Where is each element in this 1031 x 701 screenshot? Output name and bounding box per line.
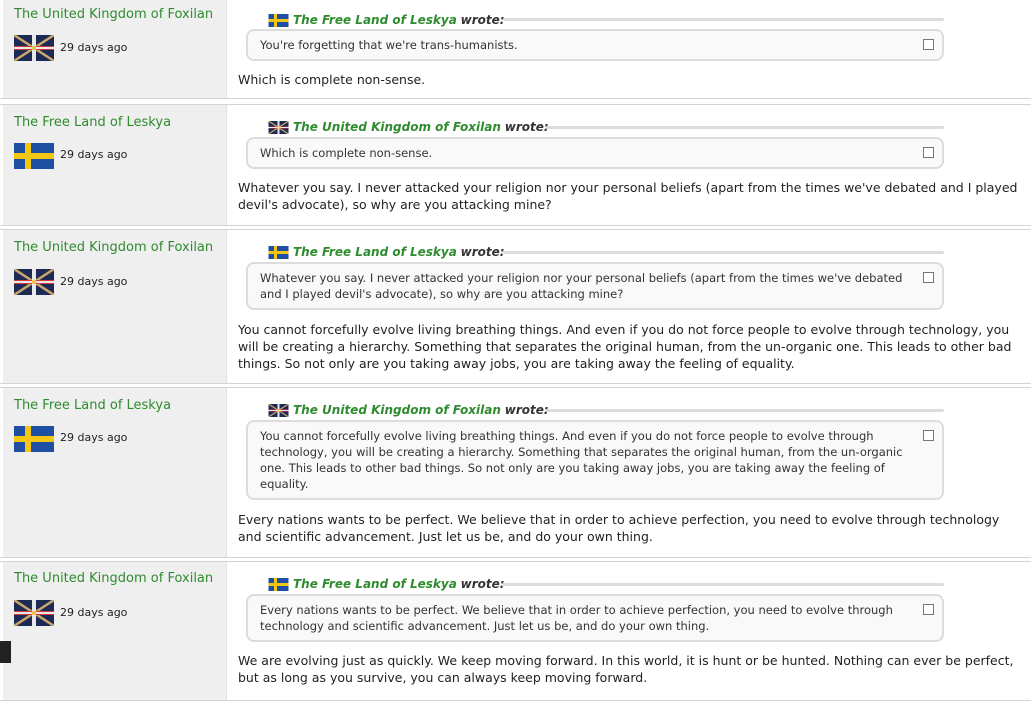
author-link[interactable]: The United Kingdom of Foxilan — [14, 571, 213, 586]
quote-header: The Free Land of Leskya wrote: — [268, 245, 505, 259]
post-text: We are evolving just as quickly. We keep… — [238, 653, 1014, 685]
post-author-panel: The United Kingdom of Foxilan 29 days ag… — [3, 0, 227, 98]
post-content: The Free Land of Leskya wrote: You're fo… — [238, 0, 1021, 98]
foxilan-flag-icon — [268, 404, 289, 417]
quote-wrote-label: wrote: — [460, 13, 505, 27]
post-timestamp: 29 days ago — [60, 41, 128, 54]
quote-wrote-label: wrote: — [460, 245, 505, 259]
popout-icon[interactable] — [923, 272, 934, 283]
quote-author-link[interactable]: The Free Land of Leskya — [293, 577, 457, 591]
foxilan-flag-icon[interactable] — [14, 269, 54, 295]
popout-icon[interactable] — [923, 430, 934, 441]
forum-post: The Free Land of Leskya 29 days ago The … — [0, 104, 1031, 226]
quote-wrote-label: wrote: — [460, 577, 505, 591]
post-content: The Free Land of Leskya wrote: Every nat… — [238, 562, 1021, 700]
popout-icon[interactable] — [923, 39, 934, 50]
post-timestamp: 29 days ago — [60, 275, 128, 288]
quote-author-link[interactable]: The Free Land of Leskya — [293, 13, 457, 27]
leskya-flag-icon — [268, 14, 289, 27]
quote-author-link[interactable]: The Free Land of Leskya — [293, 245, 457, 259]
post-timestamp: 29 days ago — [60, 431, 128, 444]
quote-text: Every nations wants to be perfect. We be… — [260, 603, 893, 633]
post-timestamp: 29 days ago — [60, 606, 128, 619]
foxilan-flag-icon[interactable] — [14, 35, 54, 61]
quote-author-link[interactable]: The United Kingdom of Foxilan — [293, 120, 501, 134]
quote-wrote-label: wrote: — [504, 403, 549, 417]
foxilan-flag-icon[interactable] — [14, 600, 54, 626]
popout-icon[interactable] — [923, 604, 934, 615]
author-link[interactable]: The Free Land of Leskya — [14, 115, 171, 130]
quote-box: Which is complete non-sense. — [246, 137, 944, 169]
forum-post: The United Kingdom of Foxilan 29 days ag… — [0, 561, 1031, 701]
quote-top-rule — [546, 409, 944, 412]
forum-post: The United Kingdom of Foxilan 29 days ag… — [0, 0, 1031, 99]
leskya-flag-icon — [268, 578, 289, 591]
quote-top-rule — [503, 18, 944, 21]
leskya-flag-icon[interactable] — [14, 143, 54, 169]
post-text: You cannot forcefully evolve living brea… — [238, 322, 1012, 371]
quote-header: The United Kingdom of Foxilan wrote: — [268, 120, 549, 134]
author-link[interactable]: The United Kingdom of Foxilan — [14, 7, 213, 22]
quote-top-rule — [503, 583, 944, 586]
post-text: Which is complete non-sense. — [238, 72, 426, 87]
post-timestamp: 29 days ago — [60, 148, 128, 161]
quote-header: The Free Land of Leskya wrote: — [268, 13, 505, 27]
quote-box: You're forgetting that we're trans-human… — [246, 29, 944, 61]
quote-box: Whatever you say. I never attacked your … — [246, 262, 944, 310]
quote-text: You cannot forcefully evolve living brea… — [260, 429, 903, 491]
post-content: The United Kingdom of Foxilan wrote: Whi… — [238, 105, 1021, 225]
post-author-panel: The United Kingdom of Foxilan 29 days ag… — [3, 562, 227, 700]
author-link[interactable]: The Free Land of Leskya — [14, 398, 171, 413]
quote-top-rule — [503, 251, 944, 254]
post-author-panel: The Free Land of Leskya 29 days ago — [3, 105, 227, 225]
quote-top-rule — [546, 126, 944, 129]
quote-text: You're forgetting that we're trans-human… — [260, 38, 518, 52]
post-text: Whatever you say. I never attacked your … — [238, 180, 1018, 212]
forum-post: The Free Land of Leskya 29 days ago The … — [0, 387, 1031, 558]
author-link[interactable]: The United Kingdom of Foxilan — [14, 240, 213, 255]
side-tab-handle[interactable] — [0, 641, 11, 663]
post-author-panel: The United Kingdom of Foxilan 29 days ag… — [3, 230, 227, 383]
post-text: Every nations wants to be perfect. We be… — [238, 512, 1000, 544]
quote-box: You cannot forcefully evolve living brea… — [246, 420, 944, 500]
quote-wrote-label: wrote: — [504, 120, 549, 134]
leskya-flag-icon — [268, 246, 289, 259]
quote-author-link[interactable]: The United Kingdom of Foxilan — [293, 403, 501, 417]
leskya-flag-icon[interactable] — [14, 426, 54, 452]
quote-header: The United Kingdom of Foxilan wrote: — [268, 403, 549, 417]
foxilan-flag-icon — [268, 121, 289, 134]
post-content: The United Kingdom of Foxilan wrote: You… — [238, 388, 1021, 557]
quote-box: Every nations wants to be perfect. We be… — [246, 594, 944, 642]
post-content: The Free Land of Leskya wrote: Whatever … — [238, 230, 1021, 383]
quote-text: Which is complete non-sense. — [260, 146, 433, 160]
post-author-panel: The Free Land of Leskya 29 days ago — [3, 388, 227, 557]
quote-text: Whatever you say. I never attacked your … — [260, 271, 903, 301]
quote-header: The Free Land of Leskya wrote: — [268, 577, 505, 591]
popout-icon[interactable] — [923, 147, 934, 158]
forum-post: The United Kingdom of Foxilan 29 days ag… — [0, 229, 1031, 384]
